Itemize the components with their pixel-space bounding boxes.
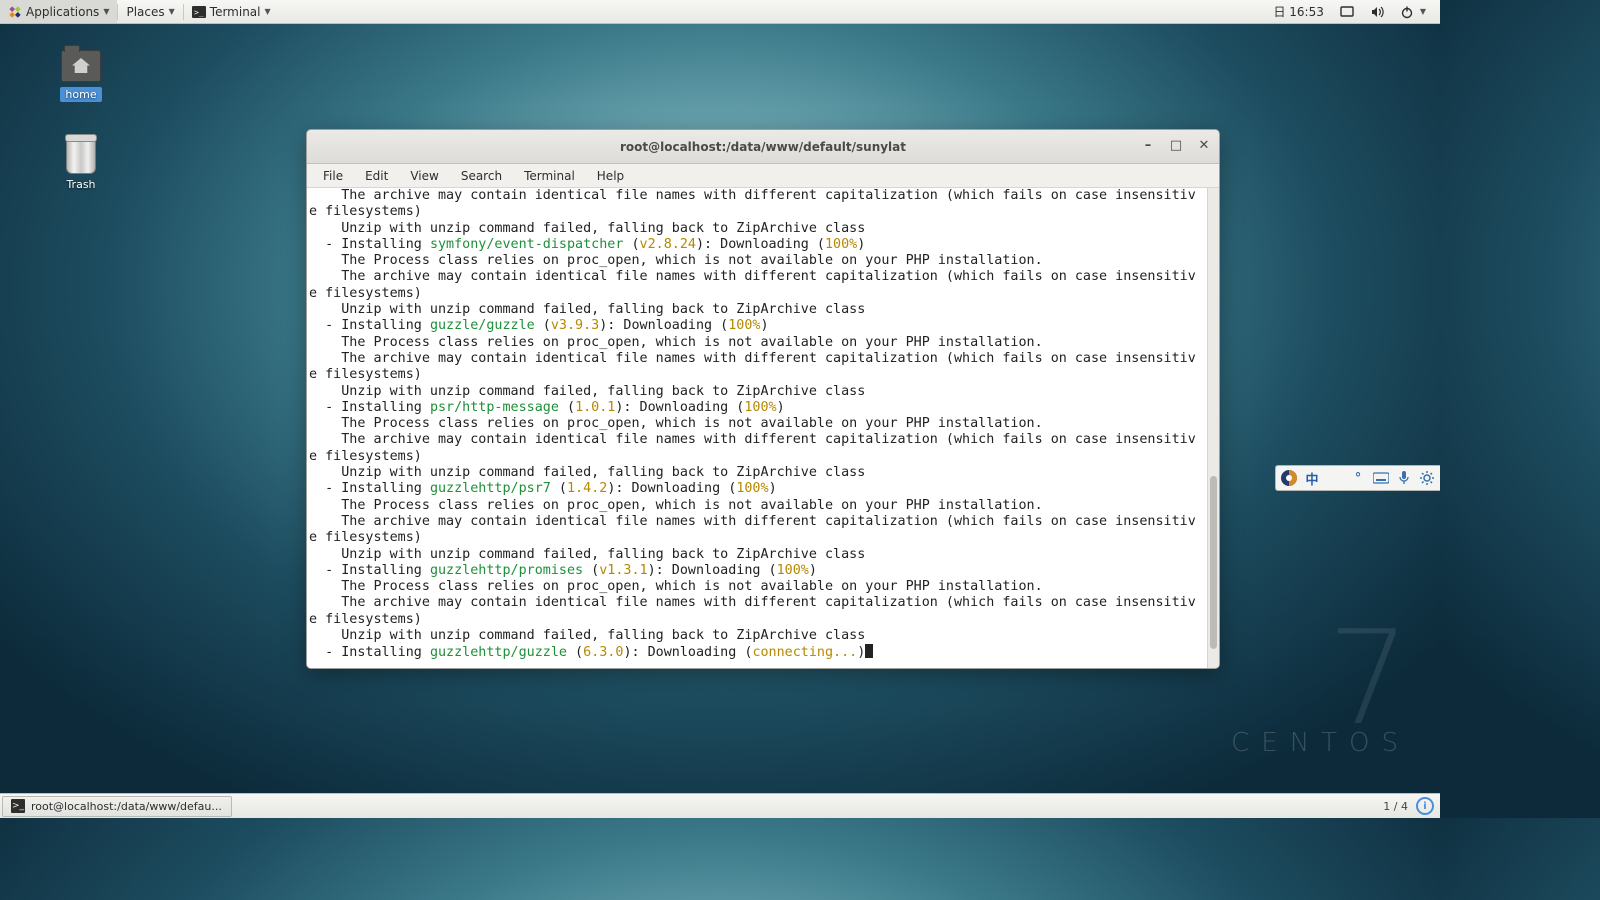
tray-screen-icon[interactable] (1332, 0, 1362, 23)
svg-text:>_: >_ (194, 8, 204, 17)
terminal-scrollbar[interactable] (1207, 188, 1219, 668)
menu-view[interactable]: View (400, 166, 448, 186)
window-buttons: – □ ✕ (1139, 136, 1213, 154)
minimize-button[interactable]: – (1139, 136, 1157, 154)
ime-mic-icon[interactable] (1395, 469, 1413, 487)
ime-gear-icon[interactable] (1418, 469, 1436, 487)
desktop-icon-label: Trash (66, 178, 95, 191)
terminal-app-menu[interactable]: >_ Terminal ▼ (184, 0, 279, 23)
ime-logo-icon[interactable] (1280, 469, 1298, 487)
ime-chinese-icon[interactable]: 中 (1303, 469, 1321, 487)
scrollbar-thumb[interactable] (1210, 476, 1217, 649)
top-panel-right: 日 16:53 ▼ (1265, 0, 1440, 23)
terminal-icon: >_ (192, 5, 206, 19)
terminal-output[interactable]: The archive may contain identical file n… (307, 188, 1207, 668)
ime-punct-icon[interactable]: ° (1349, 469, 1367, 487)
tray-power-icon[interactable]: ▼ (1392, 0, 1434, 23)
taskbar-terminal[interactable]: >_ root@localhost:/data/www/defau... (2, 796, 232, 817)
desktop-icon-home[interactable]: home (45, 46, 117, 101)
menu-edit[interactable]: Edit (355, 166, 398, 186)
centos-logo-icon (8, 5, 22, 19)
centos-watermark: 7 CENTOS (1231, 633, 1410, 758)
menu-file[interactable]: File (313, 166, 353, 186)
chevron-down-icon: ▼ (103, 7, 109, 16)
terminal-app-label: Terminal (210, 5, 261, 19)
menu-help[interactable]: Help (587, 166, 634, 186)
bottom-panel: >_ root@localhost:/data/www/defau... 1 /… (0, 793, 1440, 818)
places-label: Places (126, 5, 164, 19)
accessibility-icon[interactable]: i (1416, 797, 1434, 815)
top-panel: Applications ▼ Places ▼ >_ Terminal ▼ 日 … (0, 0, 1440, 24)
chevron-down-icon: ▼ (1420, 7, 1426, 16)
close-button[interactable]: ✕ (1195, 136, 1213, 154)
menu-terminal[interactable]: Terminal (514, 166, 585, 186)
terminal-icon: >_ (11, 799, 25, 813)
ime-moon-icon[interactable] (1326, 469, 1344, 487)
ime-keyboard-icon[interactable] (1372, 469, 1390, 487)
places-menu[interactable]: Places ▼ (118, 0, 182, 23)
top-panel-left: Applications ▼ Places ▼ >_ Terminal ▼ (0, 0, 279, 23)
desktop-icon-trash[interactable]: Trash (45, 136, 117, 191)
trash-icon (59, 136, 103, 176)
terminal-body: The archive may contain identical file n… (307, 188, 1219, 668)
ime-toolbar[interactable]: 中 ° (1275, 465, 1440, 491)
clock[interactable]: 日 16:53 (1265, 0, 1331, 23)
menu-search[interactable]: Search (451, 166, 512, 186)
chevron-down-icon: ▼ (265, 7, 271, 16)
centos-name: CENTOS (1231, 728, 1410, 758)
clock-label: 日 16:53 (1273, 3, 1323, 20)
desktop-icon-label: home (60, 87, 101, 102)
tray-volume-icon[interactable] (1362, 0, 1392, 23)
folder-home-icon (59, 46, 103, 86)
taskbar-title: root@localhost:/data/www/defau... (31, 800, 222, 813)
bottom-panel-right: 1 / 4 i (1383, 797, 1440, 815)
applications-label: Applications (26, 5, 99, 19)
centos-version: 7 (1231, 633, 1410, 724)
applications-menu[interactable]: Applications ▼ (0, 0, 117, 23)
workspace-indicator[interactable]: 1 / 4 (1383, 800, 1408, 813)
terminal-window: root@localhost:/data/www/default/sunylat… (306, 129, 1220, 669)
terminal-titlebar[interactable]: root@localhost:/data/www/default/sunylat… (307, 130, 1219, 164)
maximize-button[interactable]: □ (1167, 136, 1185, 154)
terminal-title: root@localhost:/data/www/default/sunylat (620, 140, 906, 154)
chevron-down-icon: ▼ (169, 7, 175, 16)
terminal-menubar: File Edit View Search Terminal Help (307, 164, 1219, 188)
